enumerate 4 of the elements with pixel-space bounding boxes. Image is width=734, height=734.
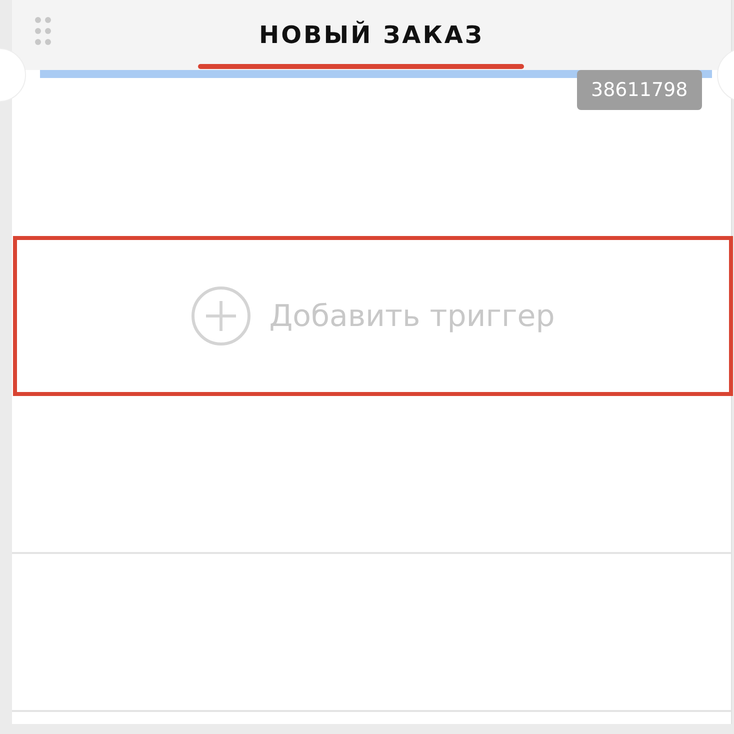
order-id-badge: 38611798 xyxy=(577,70,702,110)
drag-handle-icon[interactable] xyxy=(34,16,52,46)
add-icon xyxy=(191,286,252,346)
column-title: НОВЫЙ ЗАКАЗ xyxy=(259,21,484,49)
